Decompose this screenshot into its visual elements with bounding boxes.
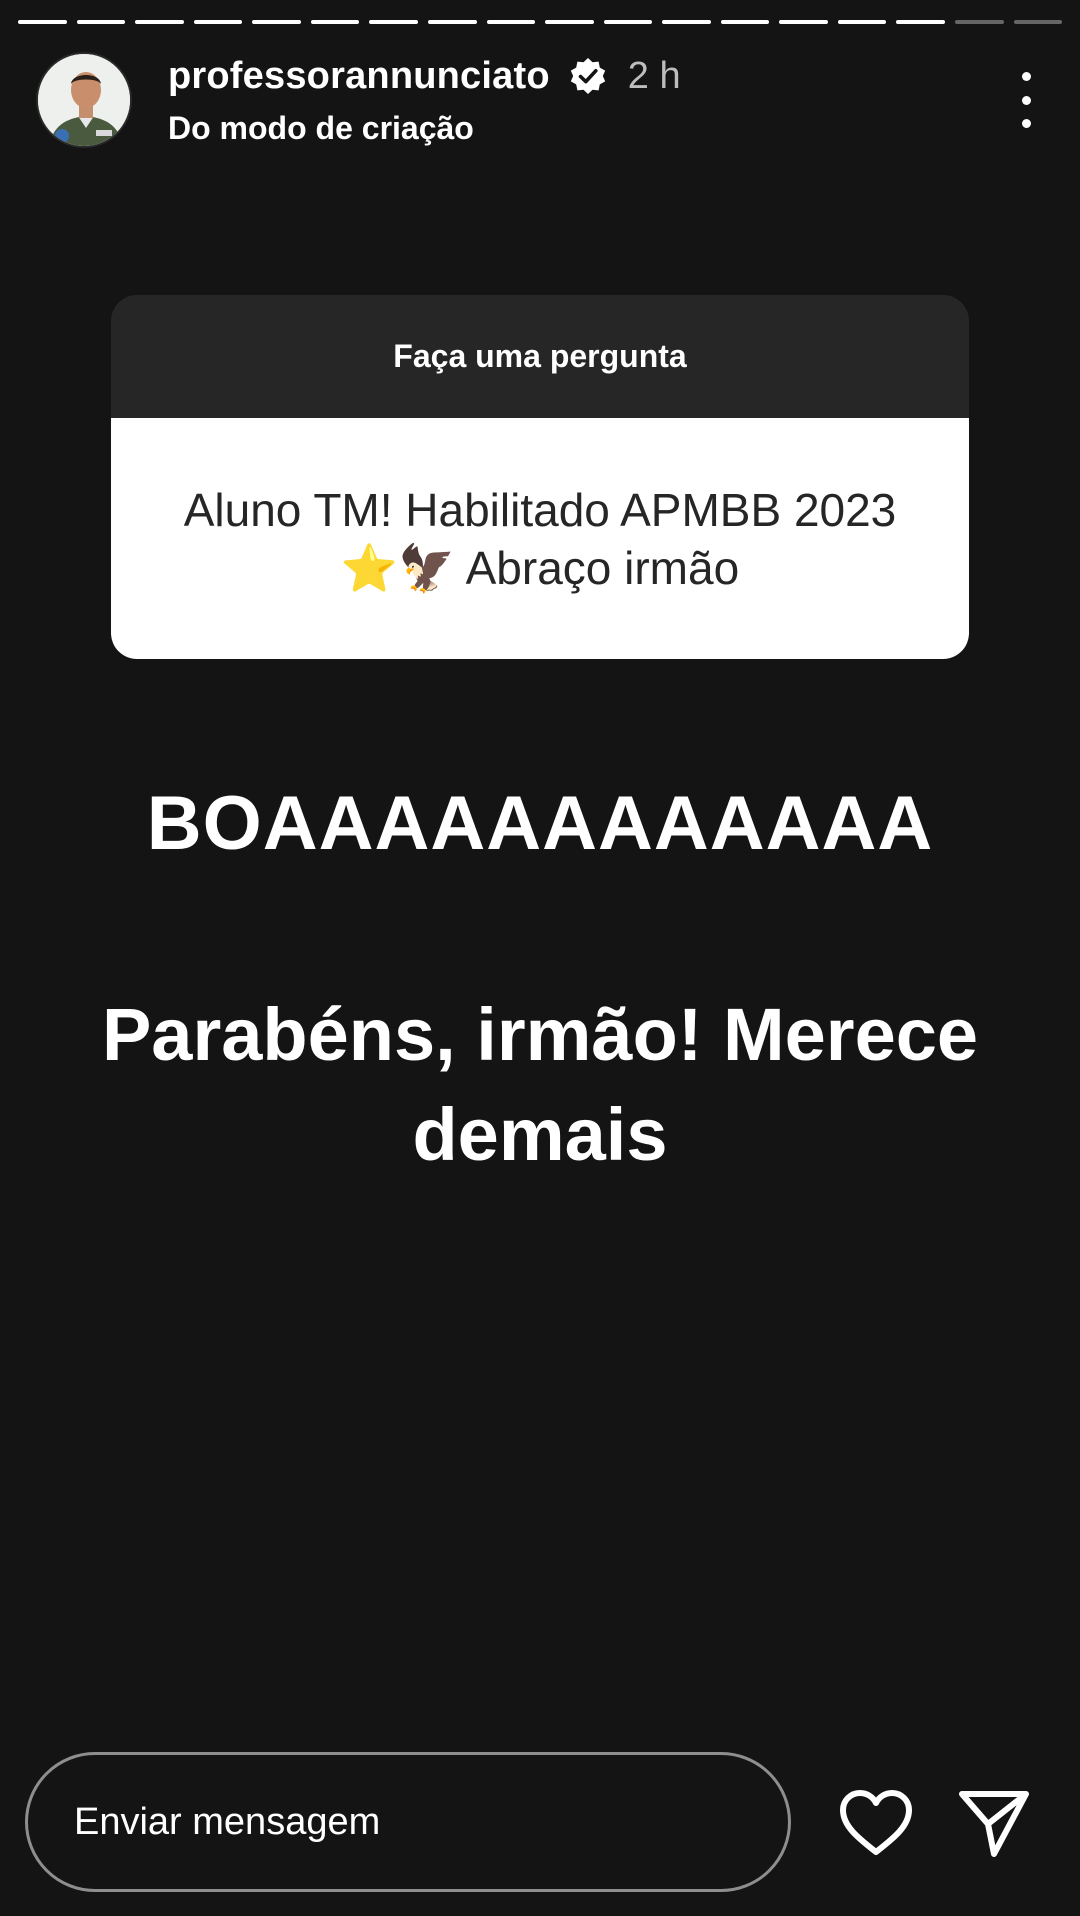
progress-segment [1013,20,1063,24]
progress-segment [603,20,653,24]
progress-segment [896,20,945,24]
question-sticker-answer: Aluno TM! Habilitado APMBB 2023 ⭐🦅 Abraç… [111,418,969,659]
progress-segment [252,20,301,24]
progress-segment [486,20,536,24]
more-options-button[interactable] [1008,72,1044,128]
progress-segment [545,20,594,24]
progress-segment [837,20,887,24]
user-line: professorannunciato 2 h [168,52,681,100]
more-vertical-icon [1021,72,1031,81]
progress-segment [662,20,711,24]
story-text-line-1: BOAAAAAAAAAAAA [146,781,934,866]
heart-icon[interactable] [838,1788,914,1858]
question-sticker[interactable]: Faça uma pergunta Aluno TM! Habilitado A… [111,295,969,659]
story-subtitle[interactable]: Do modo de criação [168,110,474,147]
progress-segment [76,20,126,24]
story-progress-bar [18,20,1063,25]
send-message-input[interactable]: Enviar mensagem [25,1752,791,1892]
progress-segment [369,20,418,24]
username[interactable]: professorannunciato [168,55,550,98]
verified-badge-icon [570,58,605,94]
progress-segment [427,20,477,24]
progress-segment [18,20,67,24]
story-view: professorannunciato 2 h Do modo de criaç… [0,0,1080,1916]
progress-segment [310,20,360,24]
progress-segment [955,20,1004,24]
progress-segment [779,20,828,24]
progress-segment [193,20,243,24]
progress-segment [720,20,770,24]
profile-avatar[interactable] [36,52,132,148]
send-icon[interactable] [958,1788,1030,1858]
story-header: professorannunciato 2 h Do modo de criaç… [36,52,1044,152]
progress-segment [135,20,184,24]
story-text-line-2: Parabéns, irmão! Merece demais [101,993,979,1176]
question-sticker-title: Faça uma pergunta [111,295,969,418]
avatar-image [38,54,130,146]
post-time: 2 h [627,54,681,97]
